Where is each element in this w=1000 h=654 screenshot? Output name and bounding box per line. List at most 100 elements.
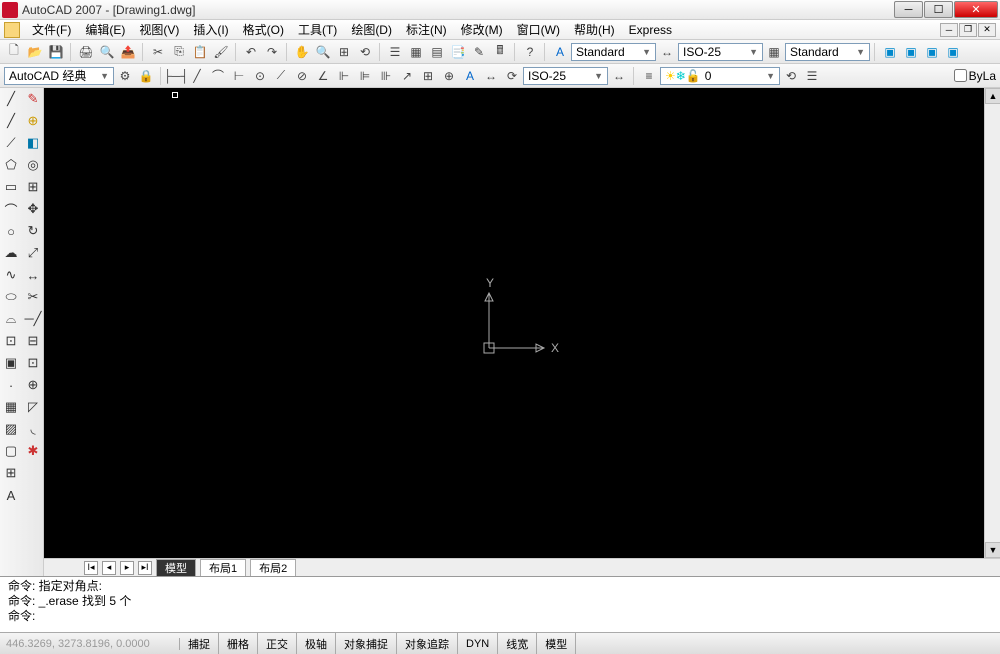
offset-icon[interactable]: ◎ [23,155,43,175]
mdi-close-button[interactable]: ✕ [978,23,996,37]
workspace-combo[interactable]: AutoCAD 经典▼ [4,67,114,85]
scroll-down-icon[interactable]: ▼ [985,542,1000,558]
menu-insert[interactable]: 插入(I) [187,19,234,40]
tab-layout2[interactable]: 布局2 [250,559,296,576]
table-icon[interactable]: ⊞ [1,463,21,483]
menu-format[interactable]: 格式(O) [237,19,290,40]
publish-icon[interactable]: 📤 [118,42,138,62]
ortho-toggle[interactable]: 正交 [258,633,297,654]
mirror-icon[interactable]: ◧ [23,133,43,153]
dim-override-icon[interactable]: ↔ [609,66,629,86]
menu-dimension[interactable]: 标注(N) [400,19,453,40]
model-toggle[interactable]: 模型 [537,633,576,654]
workspace-lock-icon[interactable]: 🔒 [136,66,156,86]
menu-draw[interactable]: 绘图(D) [345,19,398,40]
vertical-scrollbar[interactable]: ▲ ▼ [984,88,1000,558]
save-icon[interactable]: 💾 [46,42,66,62]
layer-previous-icon[interactable]: ⟲ [781,66,801,86]
dim-style-combo-2[interactable]: ISO-25▼ [523,67,608,85]
dim-leader-icon[interactable]: ↗ [397,66,417,86]
text-style-icon[interactable]: A [550,42,570,62]
mdi-minimize-button[interactable]: ─ [940,23,958,37]
block-icon-4[interactable]: ▣ [943,42,963,62]
tab-prev-icon[interactable]: ◂ [102,561,116,575]
array-icon[interactable]: ⊞ [23,177,43,197]
calc-icon[interactable]: 🖩 [490,42,510,62]
sheet-set-icon[interactable]: 📑 [448,42,468,62]
polygon-icon[interactable]: ⬠ [1,155,21,175]
markup-icon[interactable]: ✎ [469,42,489,62]
minimize-button[interactable]: ─ [894,1,923,18]
lwt-toggle[interactable]: 线宽 [498,633,537,654]
xline-icon[interactable]: ╱ [1,111,21,131]
redo-icon[interactable]: ↷ [262,42,282,62]
pline-icon[interactable]: ⟋ [1,133,21,153]
zoom-previous-icon[interactable]: ⟲ [355,42,375,62]
move-icon[interactable]: ✥ [23,199,43,219]
line-icon[interactable]: ╱ [1,89,21,109]
spline-icon[interactable]: ∿ [1,265,21,285]
region-icon[interactable]: ▢ [1,441,21,461]
circle-icon[interactable]: ○ [1,221,21,241]
dim-style-icon[interactable]: ↔ [657,42,677,62]
chamfer-icon[interactable]: ◸ [23,397,43,417]
menu-express[interactable]: Express [623,21,678,39]
help-icon[interactable]: ? [520,42,540,62]
drawing-canvas[interactable]: X Y [44,88,984,558]
dim-center-icon[interactable]: ⊕ [439,66,459,86]
rotate-icon[interactable]: ↻ [23,221,43,241]
menu-modify[interactable]: 修改(M) [455,19,509,40]
extend-icon[interactable]: ─╱ [23,309,43,329]
dim-continue-icon[interactable]: ⊪ [376,66,396,86]
dim-style-combo[interactable]: ISO-25▼ [678,43,763,61]
properties-icon[interactable]: ☰ [385,42,405,62]
tab-first-icon[interactable]: I◂ [84,561,98,575]
dim-tolerance-icon[interactable]: ⊞ [418,66,438,86]
menu-file[interactable]: 文件(F) [26,19,77,40]
otrack-toggle[interactable]: 对象追踪 [397,633,458,654]
paste-icon[interactable]: 📋 [190,42,210,62]
new-icon[interactable]: 🗋 [4,42,24,62]
block-icon-1[interactable]: ▣ [880,42,900,62]
dim-edit-icon[interactable]: A [460,66,480,86]
menu-tools[interactable]: 工具(T) [292,19,343,40]
stretch-icon[interactable]: ↔ [23,265,43,285]
dim-radius-icon[interactable]: ⊙ [250,66,270,86]
tab-model[interactable]: 模型 [156,559,196,576]
tab-next-icon[interactable]: ▸ [120,561,134,575]
grid-toggle[interactable]: 栅格 [219,633,258,654]
break-point-icon[interactable]: ⊟ [23,331,43,351]
undo-icon[interactable]: ↶ [241,42,261,62]
ellipse-arc-icon[interactable]: ⌓ [1,309,21,329]
insert-block-icon[interactable]: ⊡ [1,331,21,351]
dim-linear-icon[interactable]: ├─┤ [166,66,186,86]
match-props-icon[interactable]: 🖌 [211,42,231,62]
dim-arc-icon[interactable]: ⌒ [208,66,228,86]
tab-layout1[interactable]: 布局1 [200,559,246,576]
rectangle-icon[interactable]: ▭ [1,177,21,197]
coordinates-display[interactable]: 446.3269, 3273.8196, 0.0000 [0,638,180,650]
dim-angular-icon[interactable]: ∠ [313,66,333,86]
text-style-combo[interactable]: Standard▼ [571,43,656,61]
dim-baseline-icon[interactable]: ⊫ [355,66,375,86]
close-button[interactable]: ✕ [954,1,998,18]
bylayer-checkbox[interactable] [954,69,967,82]
point-icon[interactable]: · [1,375,21,395]
tool-palettes-icon[interactable]: ▤ [427,42,447,62]
copy-icon[interactable]: ⊕ [23,111,43,131]
tab-last-icon[interactable]: ▸I [138,561,152,575]
layer-props-icon[interactable]: ≡ [639,66,659,86]
make-block-icon[interactable]: ▣ [1,353,21,373]
table-style-icon[interactable]: ▦ [764,42,784,62]
fillet-icon[interactable]: ◟ [23,419,43,439]
table-style-combo[interactable]: Standard▼ [785,43,870,61]
mtext-icon[interactable]: A [1,485,21,505]
dim-jogged-icon[interactable]: ⟋ [271,66,291,86]
join-icon[interactable]: ⊕ [23,375,43,395]
erase-icon[interactable]: ✎ [23,89,43,109]
trim-icon[interactable]: ✂ [23,287,43,307]
mdi-restore-button[interactable]: ❐ [959,23,977,37]
dim-diameter-icon[interactable]: ⊘ [292,66,312,86]
cut-icon[interactable]: ✂ [148,42,168,62]
ellipse-icon[interactable]: ⬭ [1,287,21,307]
